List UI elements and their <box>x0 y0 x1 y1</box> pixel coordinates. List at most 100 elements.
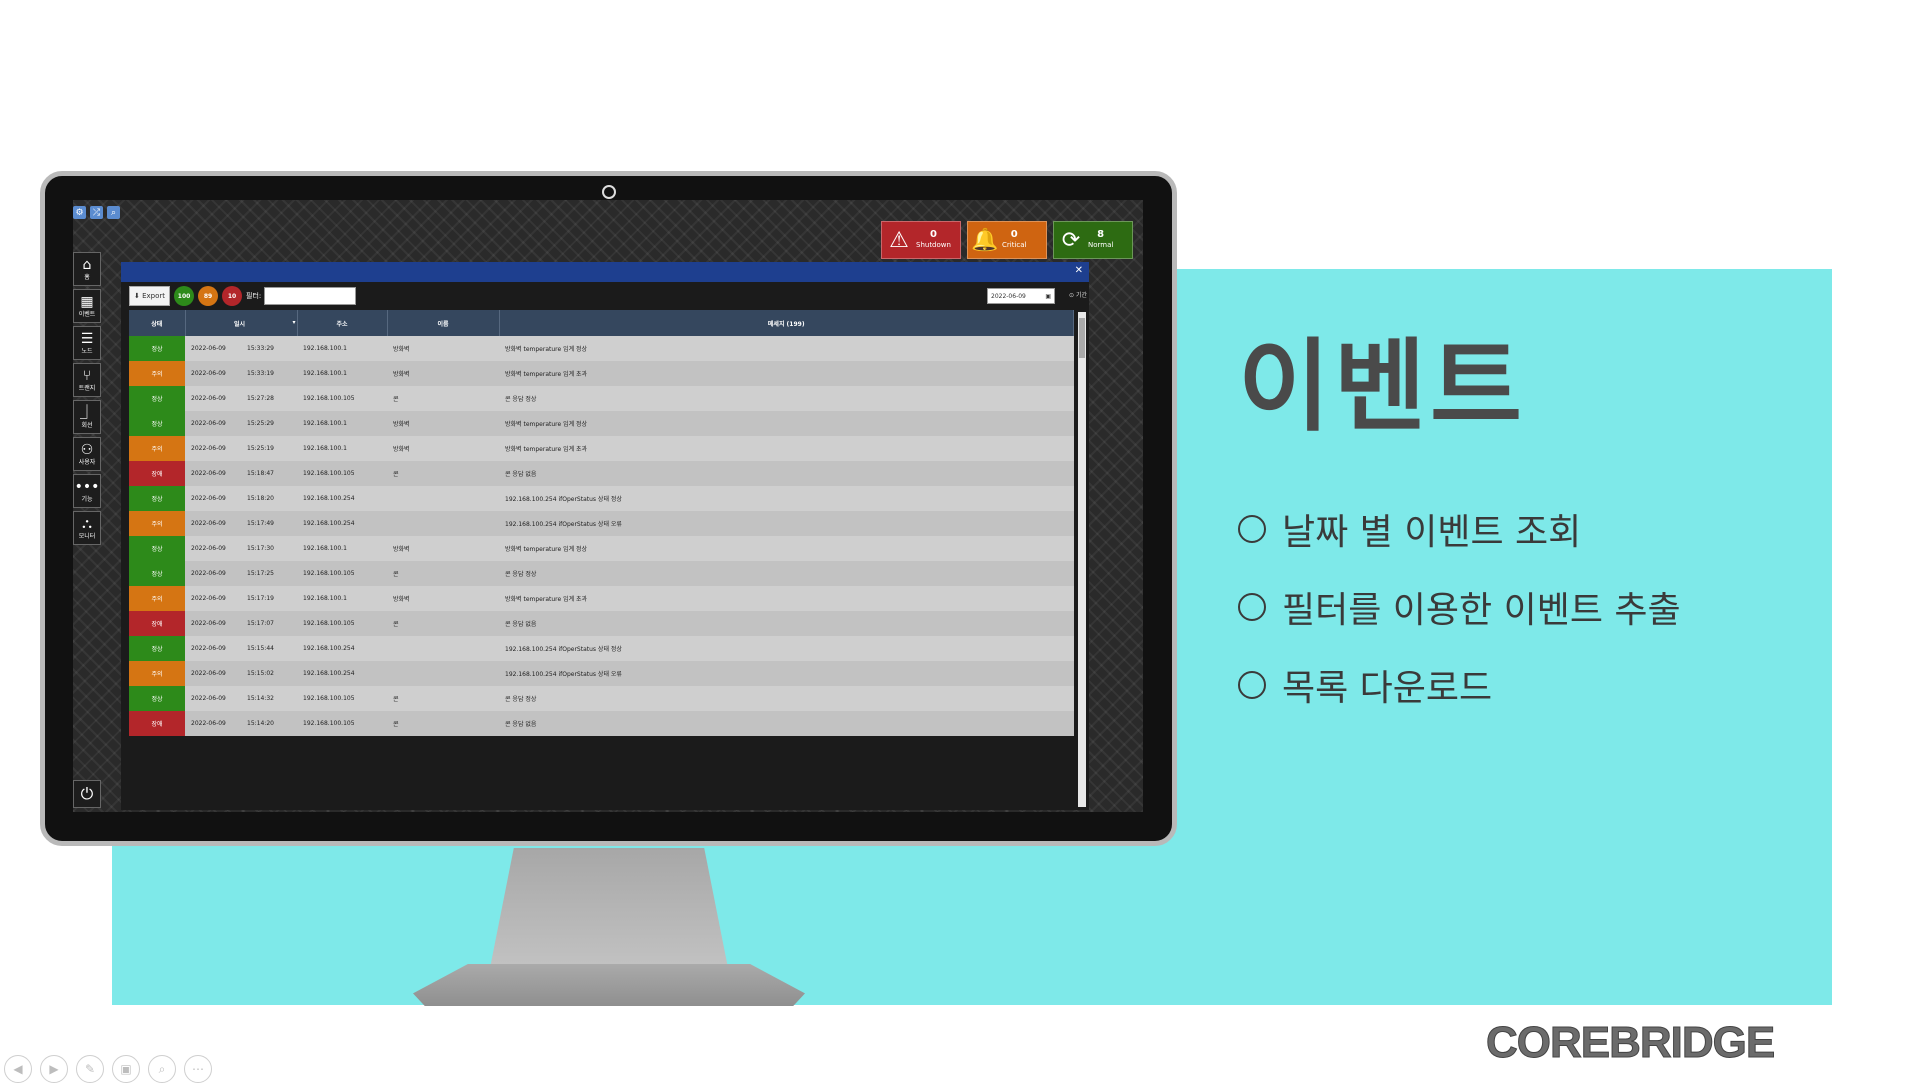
time-cell: 15:33:29 <box>241 336 297 361</box>
error-count-badge[interactable]: 10 <box>222 286 243 306</box>
name-cell: 방화벽 <box>387 336 499 361</box>
search-icon[interactable]: ⌕ <box>107 206 120 219</box>
top-icons: ⚙ ⤮ ⌕ <box>73 206 120 219</box>
table-scrollbar[interactable] <box>1078 312 1086 807</box>
date-input[interactable]: 2022-06-09 ▣ <box>987 288 1055 304</box>
sidebar-item-users[interactable]: ⚇ 사용자 <box>73 437 101 471</box>
time-cell: 15:17:49 <box>241 511 297 536</box>
sidebar-item-node[interactable]: ☰ 노드 <box>73 326 101 360</box>
warning-count-badge[interactable]: 89 <box>198 286 219 306</box>
table-row[interactable]: 장애 2022-06-09 15:14:20 192.168.100.105 콘 콘 응답… <box>129 711 1074 736</box>
date-cell: 2022-06-09 <box>185 711 241 736</box>
table-row[interactable]: 정상 2022-06-09 15:17:30 192.168.100.1 방화벽 방화벽 … <box>129 536 1074 561</box>
col-header-datetime[interactable]: 일시 ▾ <box>185 310 298 336</box>
table-row[interactable]: 정상 2022-06-09 15:14:32 192.168.100.105 콘 콘 응답… <box>129 686 1074 711</box>
calendar-icon: ▦ <box>80 293 94 310</box>
slide-title: 이벤트 <box>1238 328 1526 445</box>
prev-icon[interactable]: ◀ <box>4 1055 32 1083</box>
name-cell: 방화벽 <box>387 361 499 386</box>
more-icon[interactable]: ⋯ <box>184 1055 212 1083</box>
status-cell: 정상 <box>129 636 185 661</box>
event-table: 상태 일시 ▾ 주소 이름 메세지 (199) 정상 2022-06-09 15:3… <box>129 310 1074 736</box>
sidebar-item-line[interactable]: ⏌ 회선 <box>73 400 101 434</box>
period-toggle[interactable]: ⊙ 기간 <box>1069 290 1087 299</box>
table-row[interactable]: 주의 2022-06-09 15:25:19 192.168.100.1 방화벽 방화벽 … <box>129 436 1074 461</box>
date-cell: 2022-06-09 <box>185 611 241 636</box>
message-cell: 콘 응답 없음 <box>499 461 1074 486</box>
date-cell: 2022-06-09 <box>185 461 241 486</box>
table-row[interactable]: 주의 2022-06-09 15:17:19 192.168.100.1 방화벽 방화벽 … <box>129 586 1074 611</box>
sidebar-item-traffic[interactable]: ⑂ 트랜지 <box>73 363 101 397</box>
date-cell: 2022-06-09 <box>185 336 241 361</box>
dots-icon: ••• <box>74 478 100 495</box>
sidebar-item-home[interactable]: ⌂ 홈 <box>73 252 101 286</box>
normal-count-badge[interactable]: 100 <box>174 286 195 306</box>
name-cell: 방화벽 <box>387 536 499 561</box>
time-cell: 15:17:07 <box>241 611 297 636</box>
table-row[interactable]: 정상 2022-06-09 15:15:44 192.168.100.254 192.1… <box>129 636 1074 661</box>
sidebar-item-functions[interactable]: ••• 기능 <box>73 474 101 508</box>
table-row[interactable]: 주의 2022-06-09 15:17:49 192.168.100.254 192.1… <box>129 511 1074 536</box>
status-cell: 주의 <box>129 586 185 611</box>
status-cell: 장애 <box>129 611 185 636</box>
col-header-message[interactable]: 메세지 (199) <box>499 310 1074 336</box>
power-icon[interactable]: ⏻ <box>73 780 101 808</box>
next-icon[interactable]: ▶ <box>40 1055 68 1083</box>
address-cell: 192.168.100.254 <box>297 661 387 686</box>
status-cell: 정상 <box>129 411 185 436</box>
address-cell: 192.168.100.1 <box>297 361 387 386</box>
date-cell: 2022-06-09 <box>185 486 241 511</box>
pen-icon[interactable]: ✎ <box>76 1055 104 1083</box>
time-cell: 15:18:20 <box>241 486 297 511</box>
table-row[interactable]: 주의 2022-06-09 15:15:02 192.168.100.254 192.1… <box>129 661 1074 686</box>
status-cell: 정상 <box>129 486 185 511</box>
close-icon[interactable]: ✕ <box>1075 265 1083 276</box>
time-cell: 15:18:47 <box>241 461 297 486</box>
circle-bullet-icon <box>1238 671 1266 699</box>
bullet-text: 필터를 이용한 이벤트 추출 <box>1282 590 1681 631</box>
shutdown-status[interactable]: ⚠ 0 Shutdown <box>881 221 961 259</box>
name-cell: 방화벽 <box>387 586 499 611</box>
table-row[interactable]: 주의 2022-06-09 15:33:19 192.168.100.1 방화벽 방화벽 … <box>129 361 1074 386</box>
export-button[interactable]: ⬇ Export <box>129 286 171 306</box>
sidebar-item-monitor[interactable]: ⛬ 모니터 <box>73 511 101 545</box>
zoom-icon[interactable]: ⌕ <box>148 1055 176 1083</box>
message-cell: 192.168.100.254 ifOperStatus 상태 정상 <box>499 486 1074 511</box>
slides-icon[interactable]: ▣ <box>112 1055 140 1083</box>
corebridge-logo: COREBRIDGE <box>1485 1018 1775 1068</box>
message-cell: 방화벽 temperature 임계 정상 <box>499 336 1074 361</box>
sidebar-item-event[interactable]: ▦ 이벤트 <box>73 289 101 323</box>
table-row[interactable]: 정상 2022-06-09 15:25:29 192.168.100.1 방화벽 방화벽 … <box>129 411 1074 436</box>
table-row[interactable]: 정상 2022-06-09 15:27:28 192.168.100.105 콘 콘 응답… <box>129 386 1074 411</box>
message-cell: 콘 응답 없음 <box>499 611 1074 636</box>
status-cell: 주의 <box>129 511 185 536</box>
date-cell: 2022-06-09 <box>185 361 241 386</box>
pulse-icon: ⏌ <box>80 404 94 421</box>
settings-icon[interactable]: ⚙ <box>73 206 86 219</box>
table-row[interactable]: 정상 2022-06-09 15:33:29 192.168.100.1 방화벽 방화벽 … <box>129 336 1074 361</box>
time-cell: 15:17:25 <box>241 561 297 586</box>
table-row[interactable]: 장애 2022-06-09 15:18:47 192.168.100.105 콘 콘 응답… <box>129 461 1074 486</box>
monitor-stand <box>490 848 728 968</box>
col-header-status[interactable]: 상태 <box>129 310 186 336</box>
name-cell: 방화벽 <box>387 436 499 461</box>
address-cell: 192.168.100.105 <box>297 461 387 486</box>
shuffle-icon[interactable]: ⤮ <box>90 206 103 219</box>
col-header-name[interactable]: 이름 <box>387 310 500 336</box>
filter-input[interactable] <box>264 287 357 305</box>
normal-status[interactable]: ⟳ 8 Normal <box>1053 221 1133 259</box>
critical-status[interactable]: 🔔 0 Critical <box>967 221 1047 259</box>
col-header-address[interactable]: 주소 <box>297 310 388 336</box>
status-cell: 정상 <box>129 386 185 411</box>
status-cell: 정상 <box>129 336 185 361</box>
table-row[interactable]: 장애 2022-06-09 15:17:07 192.168.100.105 콘 콘 응답… <box>129 611 1074 636</box>
time-cell: 15:14:20 <box>241 711 297 736</box>
table-row[interactable]: 정상 2022-06-09 15:18:20 192.168.100.254 192.1… <box>129 486 1074 511</box>
name-cell: 방화벽 <box>387 411 499 436</box>
monitor-base <box>413 964 805 1006</box>
scroll-thumb[interactable] <box>1079 318 1085 358</box>
date-cell: 2022-06-09 <box>185 386 241 411</box>
camera-icon <box>602 185 616 199</box>
time-cell: 15:17:30 <box>241 536 297 561</box>
table-row[interactable]: 정상 2022-06-09 15:17:25 192.168.100.105 콘 콘 응답… <box>129 561 1074 586</box>
